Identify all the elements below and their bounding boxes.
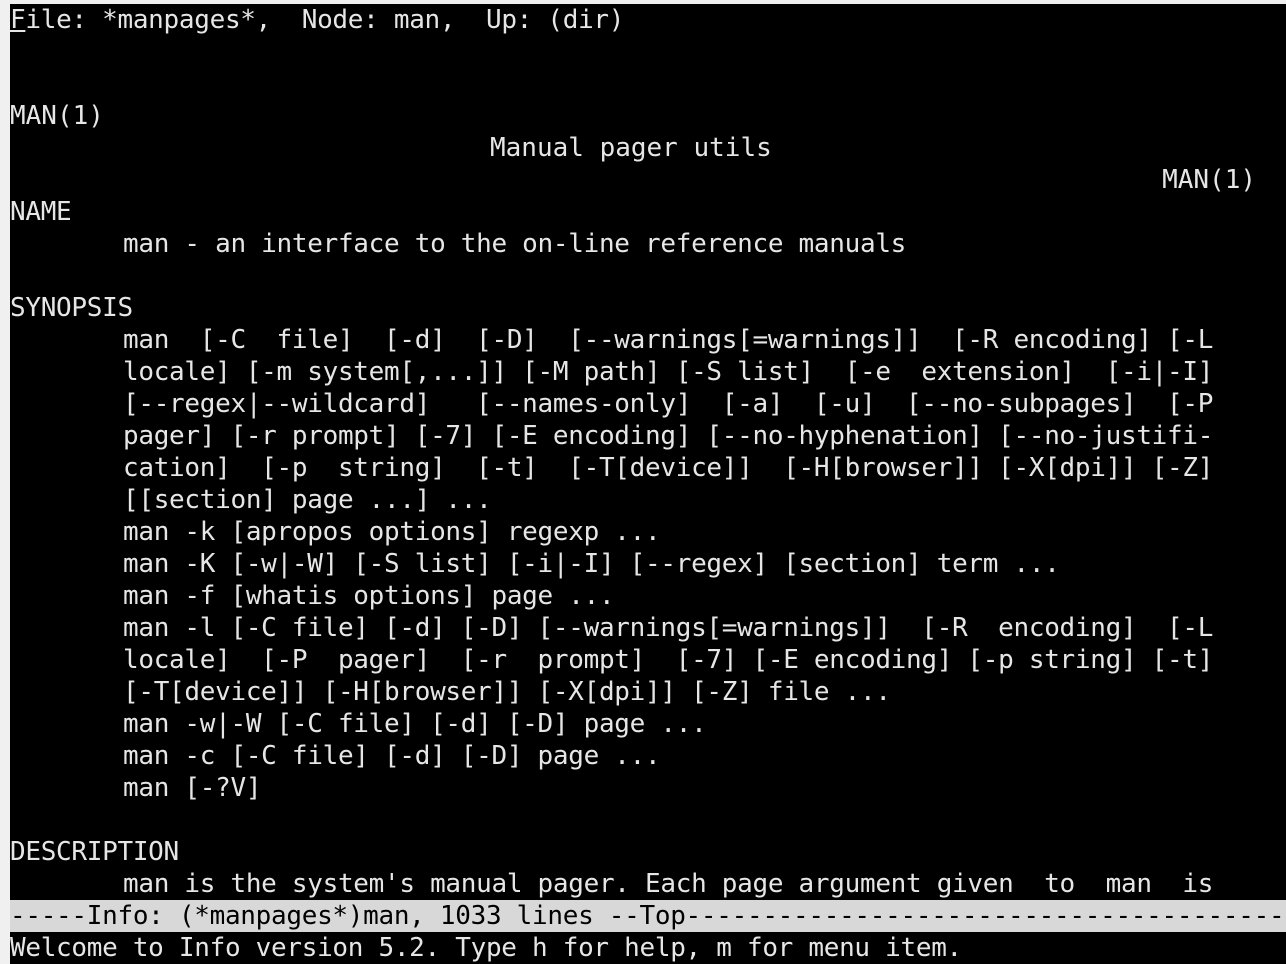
synopsis-line: locale] [-P pager] [-r prompt] [-7] [-E … — [123, 645, 1214, 675]
synopsis-line: cation] [-p string] [-t] [-T[device]] [-… — [123, 453, 1214, 483]
info-mode-line: -----Info: (*manpages*)man, 1033 lines -… — [10, 900, 1286, 932]
section-heading-synopsis: SYNOPSIS — [10, 293, 133, 323]
section-heading-description: DESCRIPTION — [10, 837, 179, 867]
info-node-header: File: *manpages*, Node: man, Up: (dir) — [10, 4, 624, 36]
synopsis-line: man -l [-C file] [-d] [-D] [--warnings[=… — [123, 613, 1214, 643]
name-description: man - an interface to the on-line refere… — [123, 229, 907, 259]
section-heading-name: NAME — [10, 197, 72, 227]
synopsis-line: man -f [whatis options] page ... — [123, 581, 615, 611]
synopsis-line: man -K [-w|-W] [-S list] [-i|-I] [--rege… — [123, 549, 1060, 579]
synopsis-line: man [-C file] [-d] [-D] [--warnings[=war… — [123, 325, 1214, 355]
man-header-left: MAN(1) — [10, 101, 104, 131]
synopsis-line: [[section] page ...] ... — [123, 485, 492, 515]
synopsis-line: man -c [-C file] [-d] [-D] page ... — [123, 741, 661, 771]
synopsis-line: locale] [-m system[,...]] [-M path] [-S … — [123, 357, 1214, 387]
info-node-header-text: ile: *manpages*, Node: man, Up: (dir) — [25, 5, 625, 35]
man-header-right: MAN(1) — [1162, 165, 1256, 195]
synopsis-line: man -k [apropos options] regexp ... — [123, 517, 661, 547]
echo-area-message: Welcome to Info version 5.2. Type h for … — [10, 933, 962, 963]
man-header-center: Manual pager utils — [490, 133, 772, 163]
synopsis-line: [-T[device]] [-H[browser]] [-X[dpi]] [-Z… — [123, 677, 891, 707]
info-terminal-window[interactable]: File: *manpages*, Node: man, Up: (dir) M… — [10, 4, 1286, 964]
synopsis-line: pager] [-r prompt] [-7] [-E encoding] [-… — [123, 421, 1214, 451]
text-cursor: F — [10, 5, 26, 35]
synopsis-line: man [-?V] — [123, 773, 262, 803]
synopsis-line: man -w|-W [-C file] [-d] [-D] page ... — [123, 709, 707, 739]
description-text: man is the system's manual pager. Each p… — [123, 869, 1214, 899]
synopsis-line: [--regex|--wildcard] [--names-only] [-a]… — [123, 389, 1214, 419]
man-page-header: MAN(1) Manual pager utils MAN(1) — [10, 68, 1256, 195]
